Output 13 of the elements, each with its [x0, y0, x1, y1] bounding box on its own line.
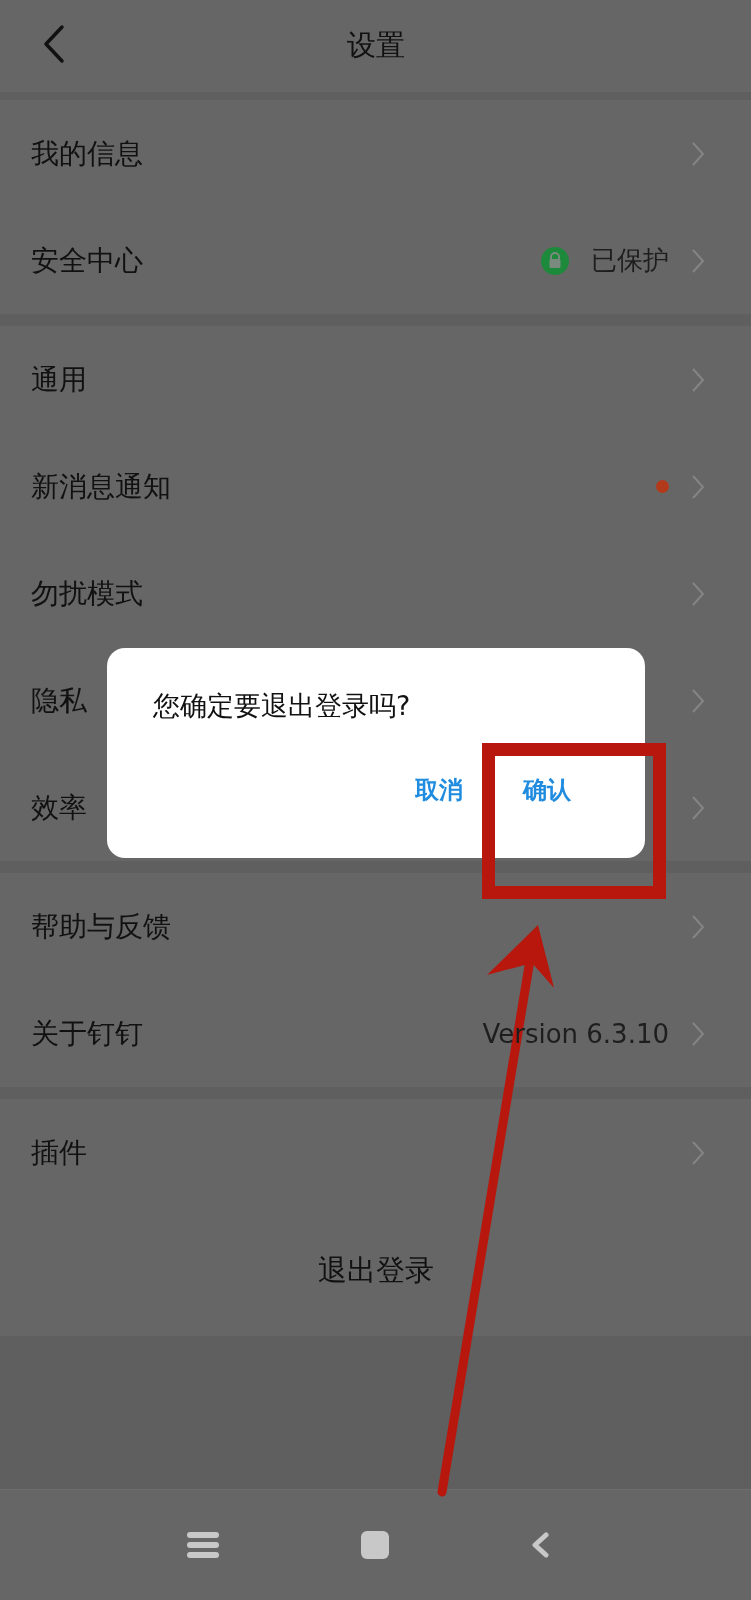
row-label: 安全中心 — [31, 242, 143, 279]
page-title: 设置 — [346, 27, 405, 64]
row-label: 我的信息 — [31, 135, 143, 172]
status-text: 已保护 — [591, 244, 669, 277]
row-label: 勿扰模式 — [31, 575, 143, 612]
dialog-message: 您确定要退出登录吗? — [153, 689, 412, 723]
row-label: 效率 — [31, 789, 87, 826]
row-label: 关于钉钉 — [31, 1015, 143, 1052]
row-label: 插件 — [31, 1134, 87, 1171]
row-label: 新消息通知 — [31, 468, 171, 505]
row-label: 通用 — [31, 361, 87, 398]
row-label: 隐私 — [31, 682, 87, 719]
row-label: 帮助与反馈 — [31, 908, 171, 945]
